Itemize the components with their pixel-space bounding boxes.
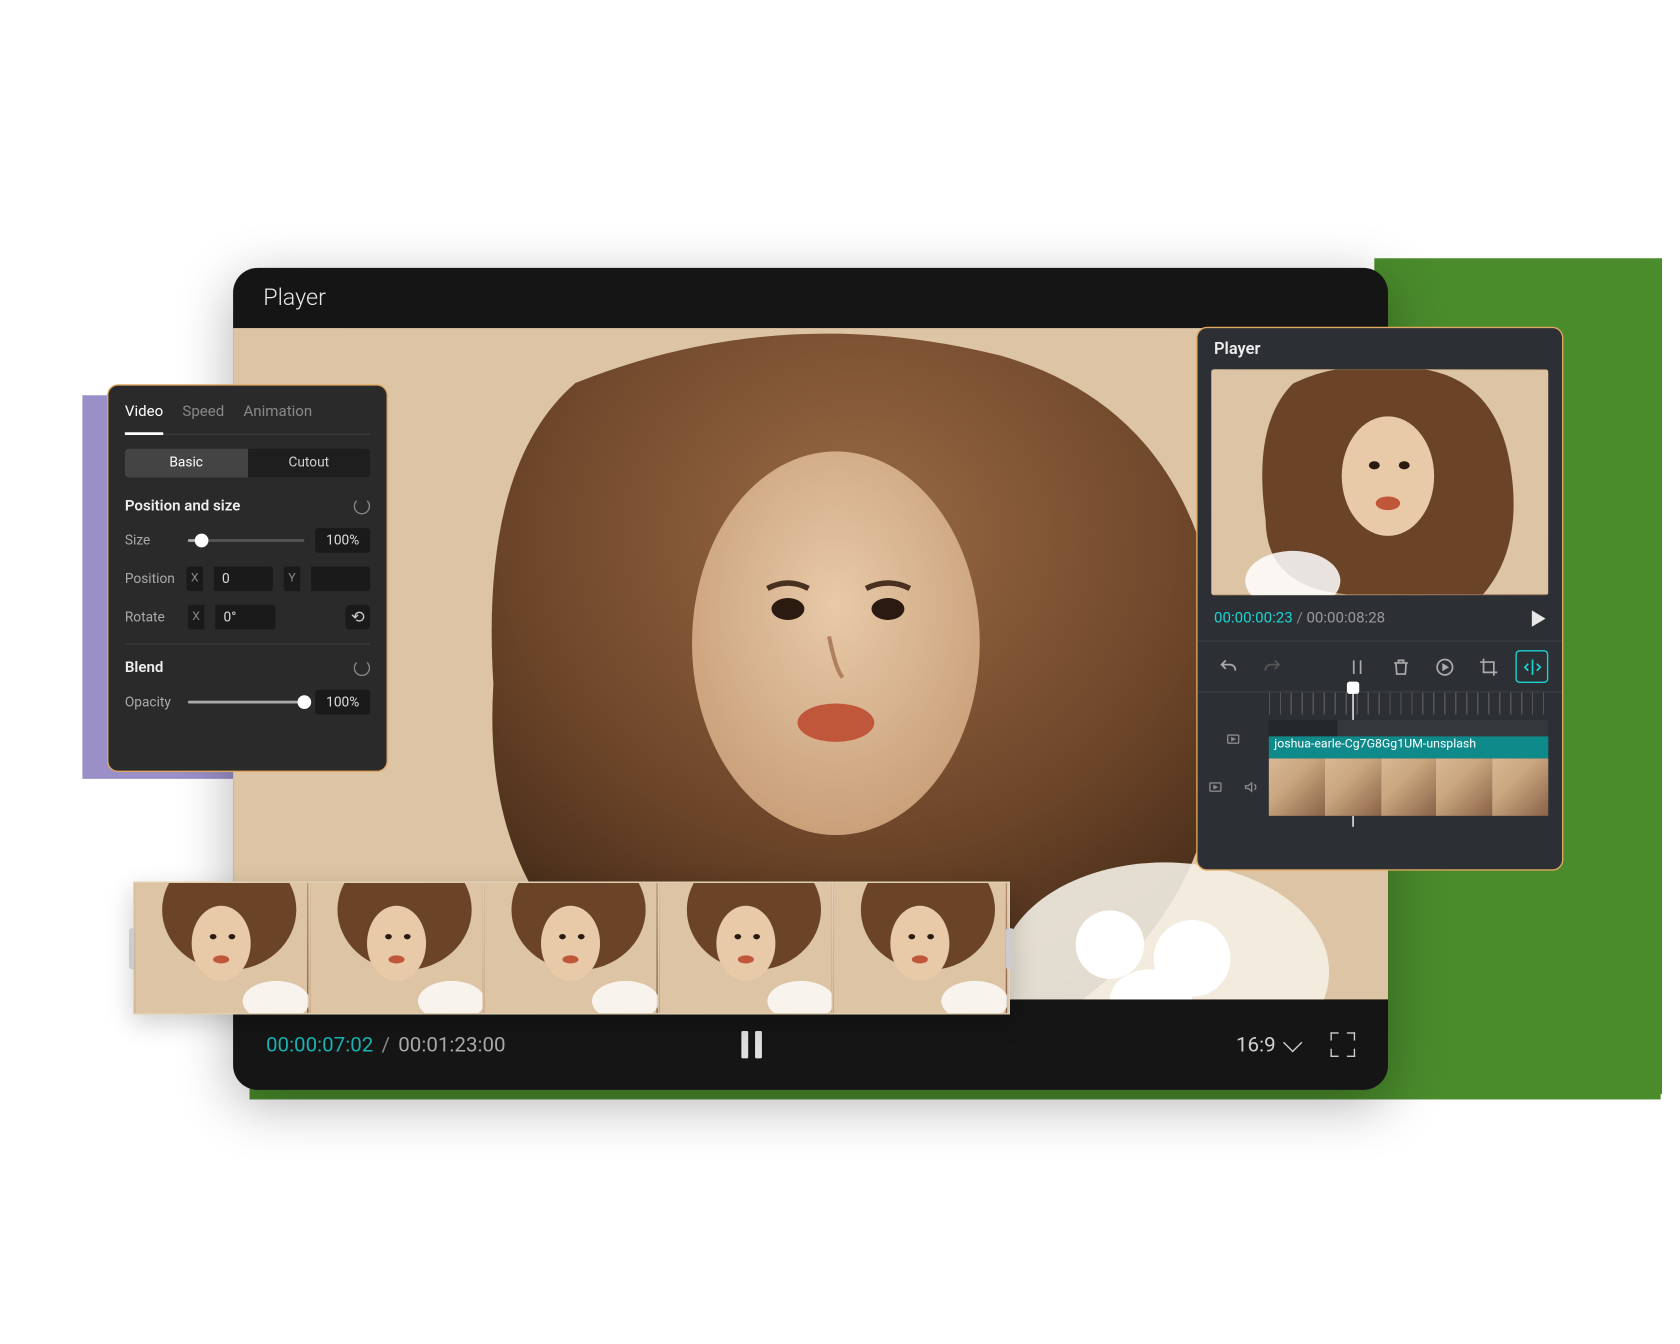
rotate-label: Rotate <box>125 610 177 625</box>
reset-position-size-icon[interactable] <box>354 497 370 513</box>
mini-timeline: joshua-earle-Cg7G8Gg1UM-unsplash <box>1198 693 1562 827</box>
fullscreen-button[interactable] <box>1330 1032 1355 1057</box>
undo-button[interactable] <box>1211 650 1244 683</box>
track-video-icon <box>1207 779 1223 795</box>
track-row-main: joshua-earle-Cg7G8Gg1UM-unsplash <box>1198 758 1562 816</box>
time-separator: / <box>382 1032 390 1057</box>
track-audio-icon <box>1243 779 1259 795</box>
speed-button[interactable] <box>1428 650 1461 683</box>
segment-cutout[interactable]: Cutout <box>247 449 370 478</box>
mini-toolbar <box>1198 640 1562 692</box>
filmstrip-thumb[interactable] <box>834 883 1009 1013</box>
tab-video[interactable]: Video <box>125 402 163 435</box>
filmstrip-handle-right[interactable] <box>1006 928 1014 969</box>
video-clip[interactable]: joshua-earle-Cg7G8Gg1UM-unsplash <box>1269 758 1548 816</box>
segment-basic[interactable]: Basic <box>125 449 248 478</box>
size-label: Size <box>125 533 177 548</box>
crop-button[interactable] <box>1472 650 1505 683</box>
aspect-ratio-selector[interactable]: 16:9 <box>1236 1032 1298 1057</box>
tab-animation[interactable]: Animation <box>243 402 312 425</box>
mini-player-title: Player <box>1198 328 1562 369</box>
filmstrip-thumb[interactable] <box>134 883 309 1013</box>
pause-button[interactable] <box>741 1031 766 1058</box>
position-x-input[interactable]: 0 <box>214 567 273 592</box>
filmstrip-thumb[interactable] <box>659 883 834 1013</box>
main-player-title: Player <box>263 284 326 311</box>
track-video-icon <box>1225 731 1241 747</box>
section-position-size-heading: Position and size <box>125 497 240 515</box>
opacity-value[interactable]: 100% <box>315 690 370 715</box>
track-main-body[interactable]: joshua-earle-Cg7G8Gg1UM-unsplash <box>1269 758 1548 816</box>
size-value[interactable]: 100% <box>315 528 370 553</box>
position-label: Position <box>125 571 176 586</box>
delete-button[interactable] <box>1384 650 1417 683</box>
play-button[interactable] <box>1532 610 1546 626</box>
opacity-slider[interactable] <box>188 701 304 704</box>
position-y-input[interactable] <box>311 567 370 592</box>
divider <box>125 643 370 644</box>
opacity-slider-knob[interactable] <box>297 695 311 709</box>
reset-blend-icon[interactable] <box>354 659 370 675</box>
size-slider[interactable] <box>188 539 304 542</box>
flip-button[interactable] <box>1515 650 1548 683</box>
position-x-label: X <box>187 567 203 592</box>
position-y-label: Y <box>284 567 300 592</box>
chevron-down-icon <box>1283 1033 1302 1052</box>
section-blend-heading: Blend <box>125 658 164 676</box>
mini-time-current: 00:00:00:23 <box>1214 609 1293 627</box>
filmstrip[interactable] <box>133 882 1010 1015</box>
tab-speed[interactable]: Speed <box>182 402 224 425</box>
redo-button[interactable] <box>1255 650 1288 683</box>
opacity-label: Opacity <box>125 695 177 710</box>
clip-label: joshua-earle-Cg7G8Gg1UM-unsplash <box>1269 736 1548 758</box>
mini-preview-viewport[interactable] <box>1211 369 1548 595</box>
mini-time-total: 00:00:08:28 <box>1306 609 1385 627</box>
mirror-button[interactable]: ⟲ <box>345 605 370 630</box>
rotate-input[interactable]: 0° <box>215 605 275 630</box>
split-button[interactable] <box>1340 650 1373 683</box>
mini-player-panel: Player 00:00:00:23 / 00:00:08:28 <box>1196 327 1563 871</box>
size-slider-knob[interactable] <box>195 534 209 548</box>
timeline-ruler[interactable] <box>1269 693 1548 715</box>
main-time-current: 00:00:07:02 <box>266 1032 373 1057</box>
rotate-x-label: X <box>188 605 204 630</box>
properties-panel: Video Speed Animation Basic Cutout Posit… <box>107 384 388 772</box>
aspect-ratio-value: 16:9 <box>1236 1032 1276 1057</box>
main-time-total: 00:01:23:00 <box>398 1032 505 1057</box>
filmstrip-thumb[interactable] <box>484 883 659 1013</box>
filmstrip-thumb[interactable] <box>309 883 484 1013</box>
